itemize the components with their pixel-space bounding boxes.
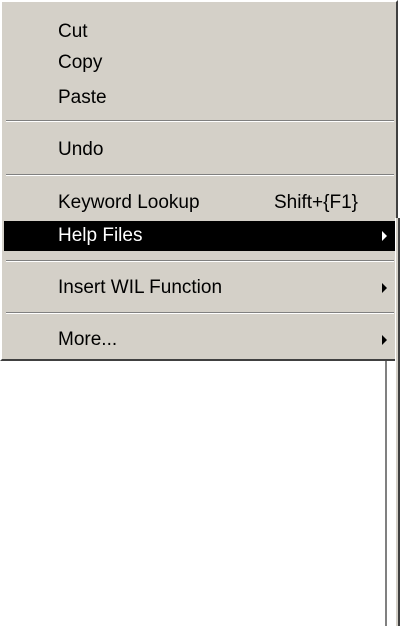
menu-item-help-files[interactable]: Help Files — [4, 221, 396, 251]
menu-item-label: Copy — [58, 52, 103, 73]
menu-item-label: Paste — [58, 87, 107, 108]
menu-item-label: Keyword Lookup — [58, 192, 200, 213]
menu-item-label: Cut — [58, 21, 88, 42]
menu-separator — [6, 260, 394, 262]
submenu-shadow — [385, 361, 387, 626]
menu-item-label: More... — [58, 329, 118, 350]
submenu-arrow-icon — [382, 283, 387, 293]
menu-item-paste[interactable]: Paste — [4, 83, 396, 113]
menu-item-cut[interactable]: Cut — [4, 17, 396, 47]
context-menu: Cut Copy Paste Undo Keyword Lookup Shift… — [0, 0, 398, 361]
menu-separator — [6, 120, 394, 122]
help-files-submenu-edge — [395, 218, 400, 626]
menu-item-label: Help Files — [58, 225, 143, 246]
menu-separator — [6, 174, 394, 176]
menu-item-undo[interactable]: Undo — [4, 135, 396, 165]
menu-item-keyword-lookup[interactable]: Keyword Lookup Shift+{F1} — [4, 188, 396, 218]
menu-item-label: Insert WIL Function — [58, 277, 223, 298]
menu-item-more[interactable]: More... — [4, 325, 396, 355]
menu-separator — [6, 312, 394, 314]
submenu-arrow-icon — [382, 231, 387, 241]
menu-item-label: Undo — [58, 139, 104, 160]
menu-item-insert-wil-function[interactable]: Insert WIL Function — [4, 273, 396, 303]
menu-item-shortcut: Shift+{F1} — [274, 192, 358, 213]
submenu-arrow-icon — [382, 335, 387, 345]
menu-item-copy[interactable]: Copy — [4, 48, 396, 78]
